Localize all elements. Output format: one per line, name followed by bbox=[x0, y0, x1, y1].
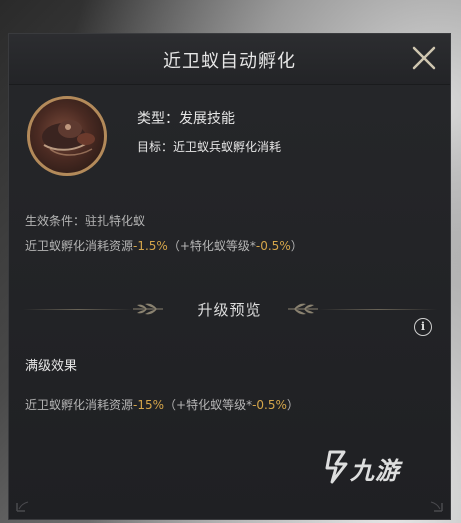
max-effect-mid: （+特化蚁等级* bbox=[164, 398, 253, 412]
close-button[interactable] bbox=[410, 44, 438, 72]
max-effect-per-level: -0.5% bbox=[252, 398, 287, 412]
watermark-text: 九游 bbox=[350, 457, 400, 485]
effect-value: -1.5% bbox=[133, 239, 168, 253]
corner-ornament-icon bbox=[430, 501, 443, 512]
skill-detail-dialog: 近卫蚁自动孵化 类型：发展技能 目标：近卫蚁兵蚁孵化消耗 生效条件：驻扎特化蚁 … bbox=[8, 33, 451, 520]
max-effect-prefix: 近卫蚁孵化消耗资源 bbox=[25, 398, 134, 412]
upgrade-preview-header: 升级预览 bbox=[9, 296, 450, 322]
close-icon bbox=[412, 46, 436, 70]
corner-ornament-icon bbox=[16, 501, 29, 512]
effect-condition: 生效条件：驻扎特化蚁 bbox=[25, 214, 146, 228]
info-icon: i bbox=[420, 320, 426, 333]
max-effect-value: -15% bbox=[133, 398, 165, 412]
skill-type: 类型：发展技能 bbox=[137, 111, 235, 127]
effect-mid: （+特化蚁等级* bbox=[167, 239, 256, 253]
info-button[interactable]: i bbox=[414, 318, 432, 336]
max-level-label: 满级效果 bbox=[25, 359, 78, 374]
dialog-title: 近卫蚁自动孵化 bbox=[163, 51, 296, 72]
skill-avatar bbox=[27, 96, 107, 176]
ant-portrait-icon bbox=[42, 120, 95, 156]
current-effect: 近卫蚁孵化消耗资源-1.5%（+特化蚁等级*-0.5%） bbox=[25, 237, 303, 254]
effect-per-level: -0.5% bbox=[255, 239, 291, 253]
effect-prefix: 近卫蚁孵化消耗资源 bbox=[25, 239, 134, 253]
effect-suffix: ） bbox=[290, 239, 303, 253]
laurel-icon bbox=[288, 303, 318, 315]
right-divider bbox=[319, 309, 437, 310]
watermark-logo-icon bbox=[325, 450, 348, 484]
skill-target: 目标：近卫蚁兵蚁孵化消耗 bbox=[137, 140, 282, 154]
dialog-header: 近卫蚁自动孵化 bbox=[9, 34, 450, 85]
max-effect-suffix: ） bbox=[286, 398, 299, 412]
max-effect: 近卫蚁孵化消耗资源-15%（+特化蚁等级*-0.5%） bbox=[25, 396, 299, 413]
